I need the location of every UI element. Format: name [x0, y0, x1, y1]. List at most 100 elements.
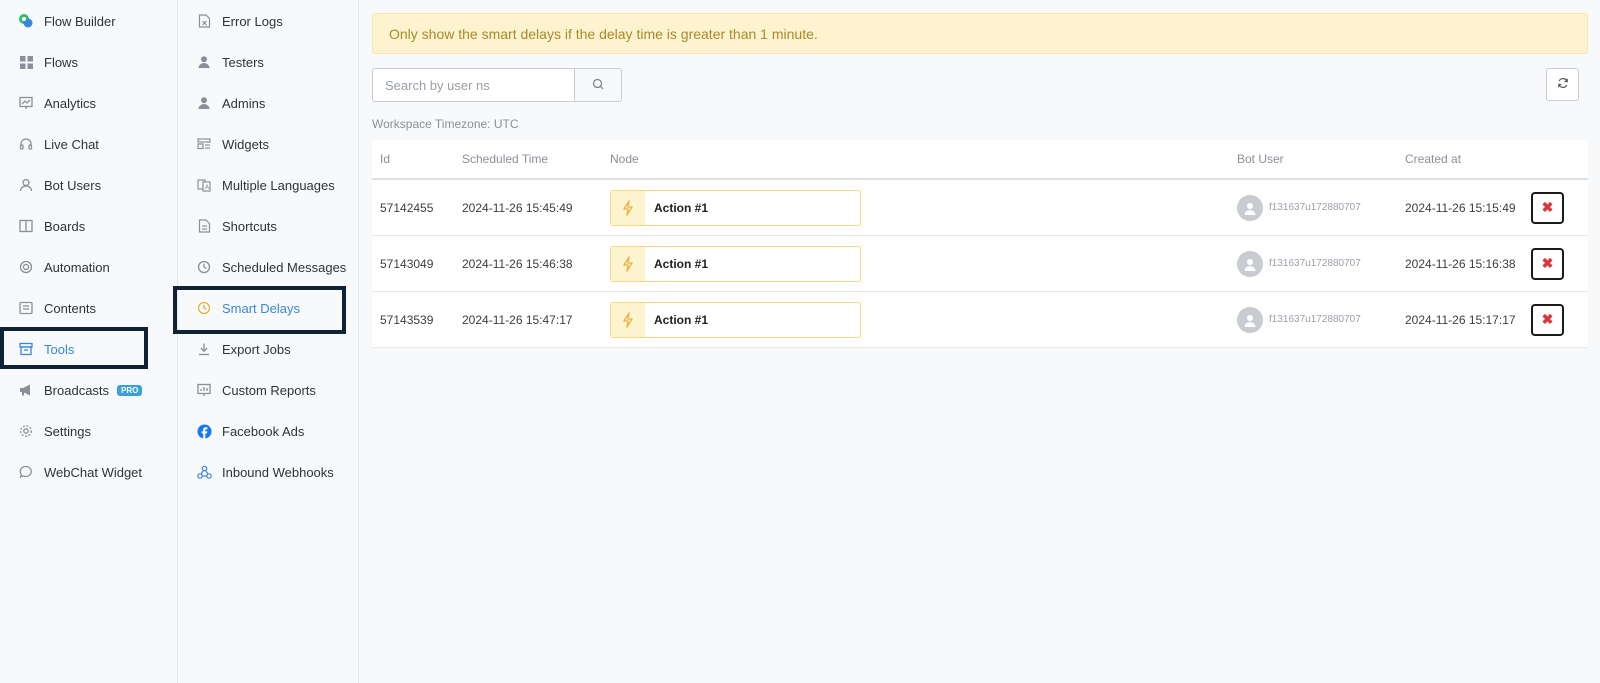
header-created-at: Created at: [1405, 152, 1462, 166]
close-icon: ✖: [1541, 199, 1554, 215]
row-created-at: 2024-11-26 15:16:38: [1405, 256, 1516, 271]
report-icon: [196, 382, 212, 398]
subnav-item-label: Export Jobs: [222, 341, 291, 357]
sidebar-item-flows[interactable]: Flows: [0, 42, 177, 82]
close-icon: ✖: [1541, 255, 1554, 271]
info-banner-text: Only show the smart delays if the delay …: [389, 25, 818, 42]
bot-user-ns: f131637u172880707: [1269, 202, 1361, 213]
refresh-button[interactable]: [1546, 68, 1579, 101]
subnav-item-scheduled-messages[interactable]: Scheduled Messages: [178, 247, 358, 287]
row-scheduled-time: 2024-11-26 15:45:49: [462, 200, 573, 215]
download-icon: [196, 341, 212, 357]
sidebar-item-contents[interactable]: Contents: [0, 288, 177, 328]
sidebar-item-broadcasts[interactable]: Broadcasts PRO: [0, 370, 177, 410]
subnav-item-label: Multiple Languages: [222, 177, 335, 193]
headset-icon: [18, 136, 34, 152]
subnav-item-inbound-webhooks[interactable]: Inbound Webhooks: [178, 452, 358, 492]
document-icon: [196, 218, 212, 234]
lightning-icon: [611, 246, 645, 281]
table-header: Id Scheduled Time Node Bot User Created …: [372, 140, 1588, 180]
close-icon: ✖: [1541, 311, 1554, 327]
node-label: Action #1: [654, 256, 709, 271]
megaphone-icon: [18, 382, 34, 398]
file-x-icon: [196, 13, 212, 29]
sidebar-item-label: Automation: [44, 259, 110, 275]
facebook-icon: [196, 423, 212, 439]
subnav-item-facebook-ads[interactable]: Facebook Ads: [178, 411, 358, 451]
subnav-item-testers[interactable]: Testers: [178, 42, 358, 82]
delete-button[interactable]: ✖: [1531, 191, 1564, 224]
subnav-item-admins[interactable]: Admins: [178, 83, 358, 123]
sidebar-item-settings[interactable]: Settings: [0, 411, 177, 451]
chart-board-icon: [18, 95, 34, 111]
node-label: Action #1: [654, 312, 709, 327]
widget-icon: [196, 136, 212, 152]
chat-bubble-icon: [18, 464, 34, 480]
table-row: 57142455 2024-11-26 15:45:49 Action #1 f…: [372, 180, 1588, 236]
sidebar-item-webchat-widget[interactable]: WebChat Widget: [0, 452, 177, 492]
table-row: 57143049 2024-11-26 15:46:38 Action #1 f…: [372, 236, 1588, 292]
sidebar-item-label: Broadcasts: [44, 382, 110, 398]
sidebar-item-automation[interactable]: Automation: [0, 247, 177, 287]
sidebar-item-tools[interactable]: Tools: [0, 329, 177, 369]
bot-user-ns: f131637u172880707: [1269, 314, 1361, 325]
subnav-item-custom-reports[interactable]: Custom Reports: [178, 370, 358, 410]
smart-delays-table: Id Scheduled Time Node Bot User Created …: [372, 140, 1588, 348]
header-bot-user: Bot User: [1237, 152, 1284, 166]
workspace-timezone: Workspace Timezone: UTC: [372, 117, 519, 131]
sidebar-item-boards[interactable]: Boards: [0, 206, 177, 246]
sidebar-item-label: Flows: [44, 54, 78, 70]
table-row: 57143539 2024-11-26 15:47:17 Action #1 f…: [372, 292, 1588, 348]
subnav-item-multiple-languages[interactable]: A Multiple Languages: [178, 165, 358, 205]
sidebar-item-label: Boards: [44, 218, 86, 234]
avatar: [1237, 306, 1263, 333]
delete-button[interactable]: ✖: [1531, 247, 1564, 280]
sidebar-item-live-chat[interactable]: Live Chat: [0, 124, 177, 164]
node-label: Action #1: [654, 200, 709, 215]
lightning-icon: [611, 190, 645, 225]
bot-user-cell[interactable]: f131637u172880707: [1237, 306, 1361, 333]
subnav-item-label: Facebook Ads: [222, 423, 305, 439]
sidebar-item-label: Settings: [44, 423, 91, 439]
row-scheduled-time: 2024-11-26 15:46:38: [462, 256, 573, 271]
sidebar-item-bot-users[interactable]: Bot Users: [0, 165, 177, 205]
row-id: 57143049: [380, 256, 434, 271]
search-button[interactable]: [574, 68, 622, 102]
bot-user-cell[interactable]: f131637u172880707: [1237, 250, 1361, 277]
subnav-item-label: Shortcuts: [222, 218, 277, 234]
person-icon: [196, 95, 212, 111]
sidebar-item-flow-builder[interactable]: Flow Builder: [0, 1, 177, 41]
node-link[interactable]: Action #1: [610, 301, 861, 338]
main-sidebar: Flow Builder Flows Analytics Live Chat B…: [0, 0, 178, 683]
search-bar: [372, 68, 622, 102]
lightning-icon: [611, 302, 645, 337]
subnav-item-label: Widgets: [222, 136, 269, 152]
header-scheduled-time: Scheduled Time: [462, 152, 549, 166]
subnav-item-export-jobs[interactable]: Export Jobs: [178, 329, 358, 369]
subnav-item-shortcuts[interactable]: Shortcuts: [178, 206, 358, 246]
search-input[interactable]: [372, 68, 575, 102]
subnav-item-smart-delays[interactable]: Smart Delays: [178, 288, 358, 328]
sidebar-item-label: Bot Users: [44, 177, 102, 193]
subnav-item-error-logs[interactable]: Error Logs: [178, 1, 358, 41]
user-icon: [18, 177, 34, 193]
node-link[interactable]: Action #1: [610, 189, 861, 226]
delete-button[interactable]: ✖: [1531, 303, 1564, 336]
subnav-item-label: Smart Delays: [222, 300, 301, 316]
row-id: 57143539: [380, 312, 434, 327]
node-link[interactable]: Action #1: [610, 245, 861, 282]
row-id: 57142455: [380, 200, 434, 215]
subnav-item-label: Custom Reports: [222, 382, 316, 398]
sidebar-item-label: Contents: [44, 300, 97, 316]
list-box-icon: [18, 300, 34, 316]
row-created-at: 2024-11-26 15:15:49: [1405, 200, 1516, 215]
pro-badge: PRO: [117, 384, 143, 396]
grid-icon: [18, 54, 34, 70]
row-created-at: 2024-11-26 15:17:17: [1405, 312, 1516, 327]
sidebar-item-analytics[interactable]: Analytics: [0, 83, 177, 123]
bot-user-cell[interactable]: f131637u172880707: [1237, 194, 1361, 221]
refresh-icon: [1557, 77, 1569, 92]
subnav-item-widgets[interactable]: Widgets: [178, 124, 358, 164]
sidebar-item-label: Flow Builder: [44, 13, 116, 29]
gear-icon: [18, 423, 34, 439]
